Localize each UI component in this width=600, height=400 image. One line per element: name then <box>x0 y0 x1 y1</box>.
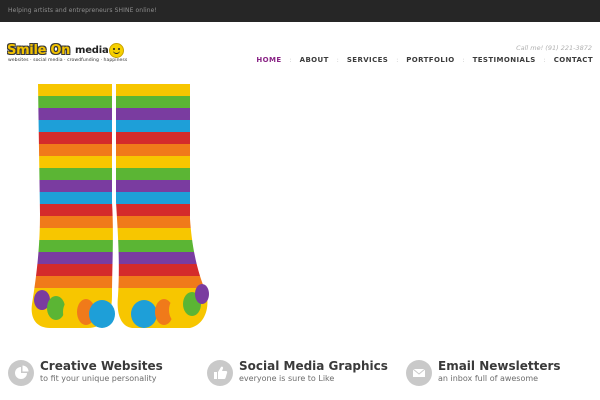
feature-title: Email Newsletters <box>438 359 561 373</box>
feature-title: Creative Websites <box>40 359 163 373</box>
feature-title: Social Media Graphics <box>239 359 388 373</box>
top-bar: Helping artists and entrepreneurs SHINE … <box>0 0 600 22</box>
logo-word-main: Smile On <box>7 43 71 58</box>
nav-separator: : <box>289 56 292 64</box>
nav-services[interactable]: SERVICES <box>347 56 388 64</box>
hero-image-striped-socks <box>30 84 210 328</box>
features-row: Creative Websites to fit your unique per… <box>0 357 600 397</box>
tagline: Helping artists and entrepreneurs SHINE … <box>8 7 157 14</box>
nav-testimonials[interactable]: TESTIMONIALS <box>473 56 536 64</box>
nav-home[interactable]: HOME <box>256 56 281 64</box>
envelope-icon <box>406 360 432 386</box>
nav-separator: : <box>543 56 546 64</box>
main-nav: HOME : ABOUT : SERVICES : PORTFOLIO : TE… <box>256 56 593 64</box>
phone-number: Call me! (91) 221-3872 <box>516 44 592 52</box>
feature-desc: an inbox full of awesome <box>438 374 539 383</box>
nav-about[interactable]: ABOUT <box>300 56 329 64</box>
logo-subtitle: websites · social media · crowdfunding ·… <box>8 58 128 63</box>
site-logo[interactable]: Smile On media websites · social media ·… <box>7 43 127 67</box>
nav-portfolio[interactable]: PORTFOLIO <box>406 56 454 64</box>
nav-contact[interactable]: CONTACT <box>554 56 593 64</box>
feature-desc: to fit your unique personality <box>40 374 157 383</box>
nav-separator: : <box>396 56 399 64</box>
thumbs-up-icon <box>207 360 233 386</box>
feature-desc: everyone is sure to Like <box>239 374 335 383</box>
nav-separator: : <box>336 56 339 64</box>
pie-chart-icon <box>8 360 34 386</box>
logo-word-media: media <box>75 45 109 56</box>
smiley-icon <box>109 43 124 58</box>
nav-separator: : <box>462 56 465 64</box>
